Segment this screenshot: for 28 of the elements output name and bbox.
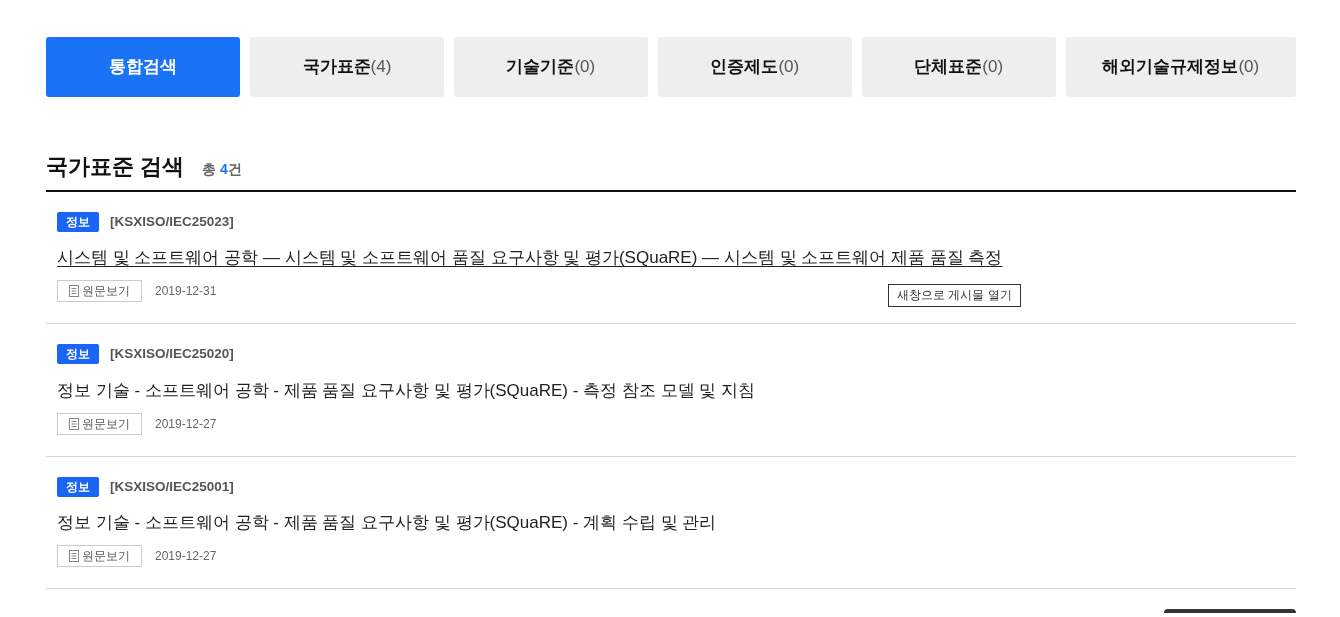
section-title: 국가표준 검색 [46,153,185,181]
standard-code: [KSXISO/IEC25020] [110,345,234,364]
category-tab[interactable]: 해외기술규제정보(0) [1065,37,1296,97]
category-tab[interactable]: 단체표준(0) [861,37,1056,97]
tooltip: 새창으로 게시물 열기 [888,284,1021,307]
document-icon [69,285,79,298]
date-text: 2019-12-27 [155,547,217,565]
view-original-button[interactable]: 원문보기 [57,280,142,303]
document-icon [69,549,79,562]
partial-button[interactable] [1164,608,1296,613]
view-original-button[interactable]: 원문보기 [57,412,142,435]
result-title-link[interactable]: 시스템 및 소프트웨어 공학 — 시스템 및 소프트웨어 품질 요구사항 및 평가(SQuaRE) — 시스템 및 소프트웨어 제품 품질 측정 [57,245,1003,272]
result-title-link[interactable]: 정보 기술 - 소프트웨어 공학 - 제품 품질 요구사항 및 평가(SQuaRE) - 계획 수립 및 관리 [57,509,717,536]
category-tab[interactable]: 기술기준(0) [453,37,648,97]
category-tab[interactable]: 인증제도(0) [657,37,852,97]
date-text: 2019-12-27 [155,415,217,433]
category-badge: 정보 [57,476,99,497]
category-badge: 정보 [57,344,99,365]
standard-code: [KSXISO/IEC25023] [110,213,234,231]
document-icon [69,417,79,430]
result-title-link[interactable]: 정보 기술 - 소프트웨어 공학 - 제품 품질 요구사항 및 평가(SQuaRE) - 측정 참조 모델 및 지침 [57,377,755,404]
date-text: 2019-12-31 [155,283,217,301]
result-count: 총 4건 [202,160,242,179]
view-original-button[interactable]: 원문보기 [57,544,142,567]
category-tab[interactable]: 국가표준(4) [249,37,444,97]
category-badge: 정보 [57,212,99,233]
category-tab[interactable]: 통합검색 [46,37,240,97]
standard-code: [KSXISO/IEC25001] [110,477,234,496]
